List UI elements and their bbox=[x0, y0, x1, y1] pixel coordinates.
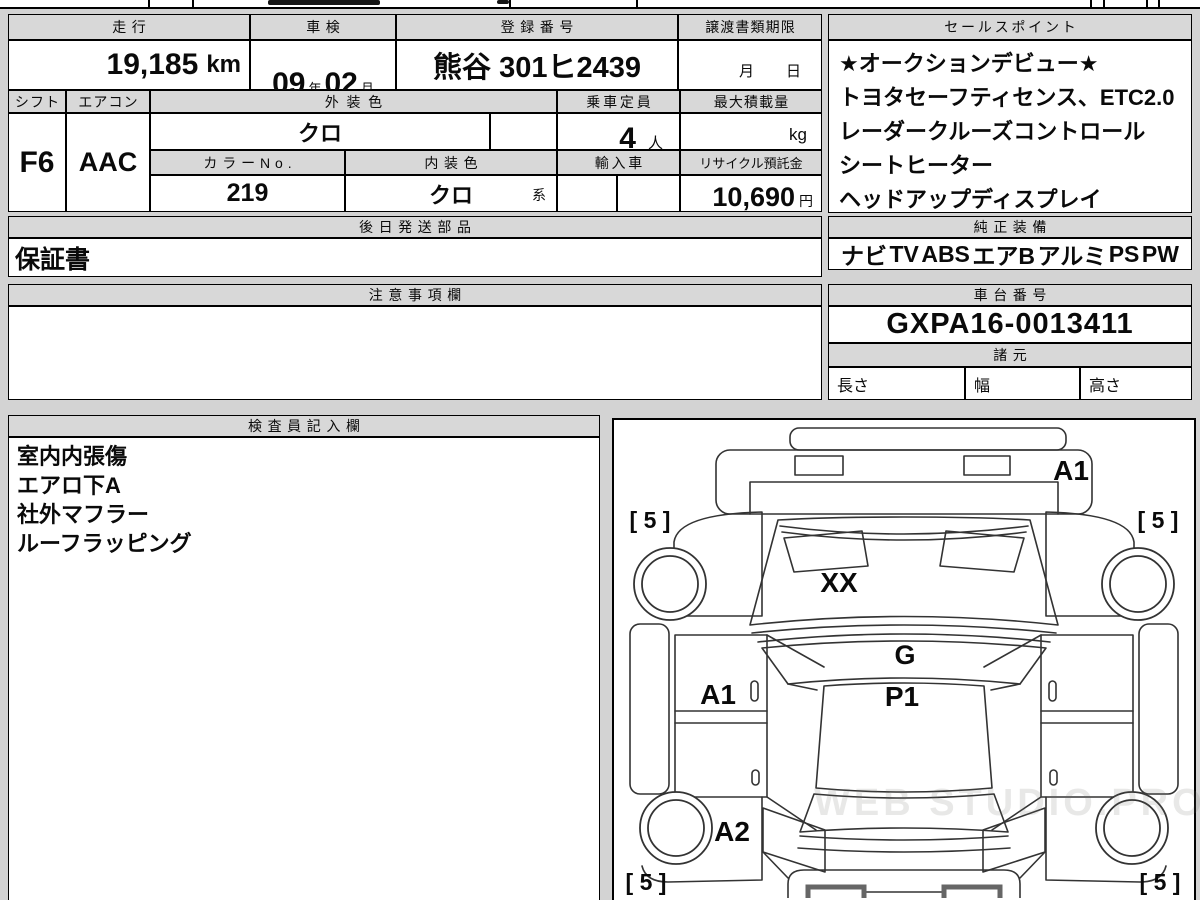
tire-depth-front-right: [ 5 ] bbox=[1138, 507, 1179, 533]
tire-depth-front-left: [ 5 ] bbox=[630, 507, 671, 533]
mileage-unit: km bbox=[206, 51, 241, 78]
notes-body bbox=[8, 306, 822, 400]
max-load-unit: kg bbox=[789, 125, 807, 144]
sales-point-line: トヨタセーフティセンス、ETC2.0 bbox=[839, 85, 1175, 110]
tire-depth-rear-left: [ 5 ] bbox=[626, 869, 667, 895]
exterior-color-value: クロ bbox=[150, 113, 490, 150]
recycle-fee-cell: 10,690 円 bbox=[680, 175, 822, 212]
inspector-line: ルーフラッピング bbox=[17, 531, 192, 556]
sales-points-body: ★オークションデビュー★ トヨタセーフティセンス、ETC2.0 レーダークルーズ… bbox=[828, 40, 1192, 213]
sales-point-line: シートヒーター bbox=[839, 153, 994, 178]
later-shipping-header: 後日発送部品 bbox=[8, 216, 822, 238]
car-damage-diagram: WEB STUDIO.PRO A1 XX G P1 A1 A2 [5] [… bbox=[612, 418, 1200, 900]
sales-point-line: ★オークションデビュー★ bbox=[839, 51, 1099, 76]
car-outline-svg: A1 XX G P1 A1 A2 [ 5 ] [ 5 ] [ 5 ] [ 5 ] bbox=[626, 427, 1181, 900]
deadline-day-label: 日 bbox=[785, 63, 801, 80]
mark-front-door-left: A1 bbox=[700, 679, 736, 710]
capacity-header: 乗車定員 bbox=[557, 90, 680, 113]
interior-color-suffix: 系 bbox=[532, 187, 546, 203]
inspector-line: 室内内張傷 bbox=[17, 444, 128, 469]
registration-value: 熊谷 301ヒ2439 bbox=[396, 40, 678, 90]
inspector-header: 検査員記入欄 bbox=[8, 415, 600, 437]
mark-hood: XX bbox=[820, 567, 858, 598]
mark-rear-quarter-left: A2 bbox=[714, 816, 750, 847]
chassis-header: 車台番号 bbox=[828, 284, 1192, 306]
spec-length-cell: 長さ bbox=[828, 367, 965, 400]
aircon-value: AAC bbox=[66, 113, 150, 212]
mileage-header: 走行 bbox=[8, 14, 250, 40]
mileage-value: 19,185 bbox=[106, 48, 199, 81]
inspection-value-cell: 09 年 02 月 bbox=[250, 40, 396, 100]
inspector-line: エアロ下A bbox=[17, 473, 121, 498]
registration-header: 登録番号 bbox=[396, 14, 678, 40]
exterior-color-header: 外装色 bbox=[150, 90, 557, 113]
capacity-value-cell: 4 人 bbox=[557, 113, 680, 155]
exterior-color-sub-cell bbox=[490, 113, 557, 150]
transfer-deadline-cell: 月 日 bbox=[678, 40, 822, 90]
mark-windshield: G bbox=[894, 640, 915, 670]
interior-color-header: 内装色 bbox=[345, 150, 557, 175]
recycle-fee-value: 10,690 bbox=[712, 182, 795, 212]
import-header: 輸入車 bbox=[557, 150, 680, 175]
equipment-item: アルミ bbox=[1037, 243, 1107, 269]
inspection-header: 車検 bbox=[250, 14, 396, 40]
import-cell-a bbox=[557, 175, 617, 212]
aircon-header: エアコン bbox=[66, 90, 150, 113]
sales-points-header: セールスポイント bbox=[828, 14, 1192, 40]
mileage-value-cell: 19,185 km bbox=[8, 40, 250, 90]
interior-color-value: クロ bbox=[428, 182, 473, 208]
spec-height-cell: 高さ bbox=[1080, 367, 1192, 400]
interior-color-cell: クロ 系 bbox=[345, 175, 557, 212]
equipment-item: PS bbox=[1108, 240, 1140, 267]
equipment-item: TV bbox=[889, 240, 919, 267]
tire-depth-rear-right: [ 5 ] bbox=[1140, 869, 1181, 895]
equipment-item: ナビ bbox=[841, 243, 887, 269]
color-no-header: カラーNo. bbox=[150, 150, 345, 175]
sales-point-line: ヘッドアップディスプレイ bbox=[839, 187, 1102, 212]
inspector-line: 社外マフラー bbox=[17, 502, 150, 527]
import-cell-b bbox=[617, 175, 680, 212]
recycle-fee-unit: 円 bbox=[799, 193, 813, 209]
recycle-fee-header: リサイクル預託金 bbox=[680, 150, 822, 175]
equipment-row: ナビ TV ABS エアB アルミ PS PW bbox=[828, 238, 1192, 270]
equipment-header: 純正装備 bbox=[828, 216, 1192, 238]
spec-width-cell: 幅 bbox=[965, 367, 1080, 400]
shift-header: シフト bbox=[8, 90, 66, 113]
specs-header: 諸元 bbox=[828, 343, 1192, 367]
mark-roof: P1 bbox=[885, 681, 919, 712]
equipment-item: PW bbox=[1141, 240, 1179, 267]
transfer-deadline-header: 譲渡書類期限 bbox=[678, 14, 822, 40]
equipment-item: ABS bbox=[921, 240, 970, 267]
sales-point-line: レーダークルーズコントロール bbox=[839, 119, 1146, 144]
notes-header: 注意事項欄 bbox=[8, 284, 822, 306]
auction-sheet: 走行 車検 登録番号 譲渡書類期限 19,185 km 09 年 02 月 熊谷… bbox=[0, 0, 1200, 900]
cropped-table-row bbox=[0, 0, 1200, 9]
max-load-header: 最大積載量 bbox=[680, 90, 822, 113]
color-no-value: 219 bbox=[150, 175, 345, 212]
equipment-item: エアB bbox=[972, 243, 1035, 269]
chassis-value: GXPA16-0013411 bbox=[828, 306, 1192, 343]
max-load-cell: kg bbox=[680, 113, 822, 150]
deadline-month-label: 月 bbox=[738, 63, 754, 80]
inspector-body: 室内内張傷 エアロ下A 社外マフラー ルーフラッピング bbox=[8, 437, 600, 900]
later-shipping-value: 保証書 bbox=[8, 238, 822, 277]
mark-front-bumper: A1 bbox=[1053, 455, 1089, 486]
shift-value: F6 bbox=[8, 113, 66, 212]
